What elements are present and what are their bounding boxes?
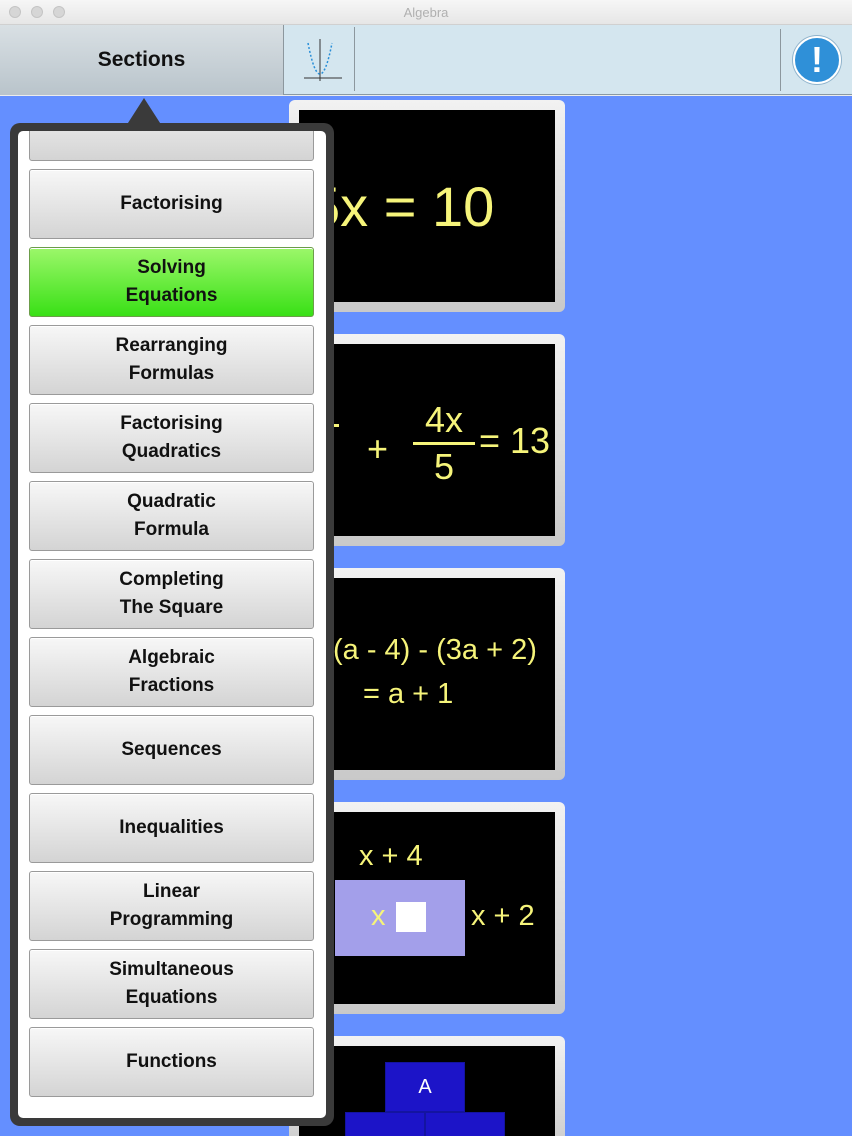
card-display: A	[299, 1046, 555, 1136]
section-item[interactable]: Algebraic Fractions	[29, 637, 314, 707]
card-display: (a - 4) - (3a + 2) = a + 1	[299, 578, 555, 770]
window-title: Algebra	[403, 5, 449, 20]
block	[425, 1112, 505, 1136]
section-item[interactable]: Inequalities	[29, 793, 314, 863]
equation-result: = 13	[479, 420, 551, 461]
popover-arrow	[126, 98, 162, 126]
section-item[interactable]: Simultaneous Equations	[29, 949, 314, 1019]
fraction-numerator: 4x	[424, 399, 464, 440]
section-item[interactable]: Rearranging Formulas	[29, 325, 314, 395]
rectangle-width-label: x + 4	[359, 840, 423, 872]
section-item[interactable]: Quadratic Formula	[29, 481, 314, 551]
equation-group: + 4x 5 = 13	[319, 394, 555, 494]
toolbar-separator	[780, 29, 781, 91]
section-item[interactable]: Solving Equations	[29, 247, 314, 317]
info-button[interactable]: !	[793, 36, 841, 84]
graph-button[interactable]	[285, 27, 355, 91]
section-item[interactable]: Sequences	[29, 715, 314, 785]
section-item[interactable]: Completing The Square	[29, 559, 314, 629]
equation-line: (a - 4) - (3a + 2)	[333, 634, 537, 666]
sections-popover: Brackets Factorising Solving Equations Rear…	[10, 123, 334, 1126]
section-item[interactable]: Functions	[29, 1027, 314, 1097]
sections-list: Brackets Factorising Solving Equations Rear…	[18, 131, 326, 1118]
section-item[interactable]: Factorising	[29, 169, 314, 239]
card-display: x + 4 x x + 2	[299, 812, 555, 1004]
fraction-bar	[413, 442, 475, 445]
card-display: 5x = 10	[299, 110, 555, 302]
card-display: + 4x 5 = 13	[299, 344, 555, 536]
block-a: A	[385, 1062, 465, 1112]
sections-button[interactable]: Sections	[0, 25, 284, 95]
equation-line: = a + 1	[363, 678, 454, 710]
graph-icon	[303, 39, 342, 81]
section-item[interactable]: Brackets	[29, 131, 314, 161]
equation-text: 5x = 10	[309, 175, 495, 238]
toolbar: Sections !	[0, 25, 852, 95]
rectangle-inner-label: x	[371, 900, 386, 932]
fraction: 4x 5	[409, 400, 479, 487]
equation-operator: +	[367, 428, 389, 469]
rectangle-diagram: x	[335, 880, 465, 956]
title-bar: Algebra	[0, 0, 852, 25]
section-item[interactable]: Factorising Quadratics	[29, 403, 314, 473]
section-item[interactable]: Linear Programming	[29, 871, 314, 941]
rectangle-height-label: x + 2	[471, 900, 535, 932]
inner-square	[396, 902, 426, 932]
fraction-denominator: 5	[433, 446, 455, 487]
block	[345, 1112, 425, 1136]
